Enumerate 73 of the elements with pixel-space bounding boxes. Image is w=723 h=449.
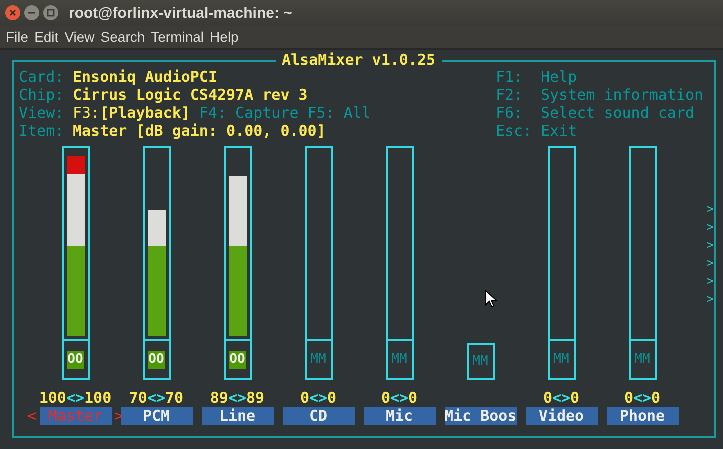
switch-state: MM bbox=[634, 350, 652, 368]
selection-mark: < bbox=[28, 407, 37, 425]
switch-state: OO bbox=[228, 350, 246, 368]
volume-slider[interactable] bbox=[548, 146, 576, 339]
switch-state: OO bbox=[66, 350, 84, 368]
volume-value: 0<>0 bbox=[543, 389, 580, 407]
switch-state: OO bbox=[148, 350, 166, 368]
mute-switch[interactable]: OO bbox=[142, 339, 170, 380]
volume-slider[interactable] bbox=[628, 146, 656, 339]
info-label: Item: bbox=[19, 122, 66, 140]
menu-item[interactable]: View bbox=[62, 29, 98, 45]
mute-switch[interactable]: MM bbox=[466, 343, 494, 380]
volume-value: 70<>70 bbox=[129, 389, 184, 407]
volume-value: 0<>0 bbox=[624, 389, 661, 407]
volume-slider[interactable] bbox=[304, 146, 332, 339]
shortcut-action: Select sound card bbox=[541, 104, 695, 122]
volume-slider[interactable] bbox=[62, 146, 90, 339]
volume-slider[interactable] bbox=[224, 146, 252, 339]
mute-switch[interactable]: MM bbox=[386, 339, 414, 380]
channel-name[interactable]: Video bbox=[526, 407, 598, 425]
info-label: Card: bbox=[19, 68, 66, 86]
volume-slider[interactable] bbox=[386, 146, 414, 339]
close-icon[interactable] bbox=[5, 5, 21, 21]
shortcut-action: System information bbox=[541, 86, 704, 104]
view-tab[interactable]: F4: Capture bbox=[199, 104, 299, 122]
volume-value: 0<>0 bbox=[300, 389, 337, 407]
channel-name[interactable]: Line bbox=[202, 407, 274, 425]
switch-state: MM bbox=[390, 350, 408, 368]
menu-item[interactable]: Terminal bbox=[148, 29, 208, 45]
mouse-pointer-icon bbox=[485, 290, 497, 308]
channel-name[interactable]: Mic bbox=[364, 407, 436, 425]
more-indicator: > bbox=[706, 201, 714, 218]
more-indicator: > bbox=[706, 291, 714, 308]
maximize-icon[interactable] bbox=[43, 5, 59, 21]
channel-name[interactable]: Phone bbox=[606, 407, 678, 425]
mute-switch[interactable]: MM bbox=[548, 339, 576, 380]
info-value: Ensoniq AudioPCI bbox=[73, 68, 218, 86]
switch-state: MM bbox=[552, 350, 570, 368]
more-indicator: > bbox=[706, 255, 714, 272]
window-title: root@forlinx-virtual-machine: ~ bbox=[69, 4, 292, 22]
shortcut-action: Help bbox=[541, 68, 578, 86]
channel-name[interactable]: PCM bbox=[120, 407, 192, 425]
info-label: View: bbox=[19, 104, 66, 122]
info-label: Chip: bbox=[19, 86, 66, 104]
channel-name[interactable]: Mic Boos bbox=[444, 407, 516, 425]
shortcut-key: F1: bbox=[496, 68, 541, 86]
more-indicator: > bbox=[706, 237, 714, 254]
menu-item[interactable]: File bbox=[3, 29, 32, 45]
menu-item[interactable]: Search bbox=[98, 29, 148, 45]
view-tab[interactable]: F5: All bbox=[308, 104, 371, 122]
volume-value: 100<>100 bbox=[39, 389, 112, 407]
volume-value: 89<>89 bbox=[210, 389, 265, 407]
info-value: Cirrus Logic CS4297A rev 3 bbox=[73, 86, 308, 104]
mute-switch[interactable]: OO bbox=[62, 339, 90, 380]
menu-item[interactable]: Edit bbox=[32, 29, 62, 45]
more-indicator: > bbox=[706, 273, 714, 290]
volume-value: 0<>0 bbox=[381, 389, 418, 407]
volume-slider[interactable] bbox=[142, 146, 170, 339]
channel-name[interactable]: CD bbox=[282, 407, 354, 425]
shortcut-action: Exit bbox=[541, 122, 578, 140]
view-tab[interactable]: F3:[Playback] bbox=[73, 104, 190, 122]
shortcut-key: F6: bbox=[496, 104, 541, 122]
minimize-icon[interactable] bbox=[24, 5, 40, 21]
shortcut-key: Esc: bbox=[496, 122, 541, 140]
menu-item[interactable]: Help bbox=[207, 29, 242, 45]
more-indicator: > bbox=[706, 219, 714, 236]
mute-switch[interactable]: MM bbox=[628, 339, 656, 380]
switch-state: MM bbox=[472, 352, 490, 370]
mute-switch[interactable]: MM bbox=[304, 339, 332, 380]
info-value: Master [dB gain: 0.00, 0.00] bbox=[73, 122, 326, 140]
shortcut-key: F2: bbox=[496, 86, 541, 104]
switch-state: MM bbox=[310, 350, 328, 368]
mute-switch[interactable]: OO bbox=[224, 339, 252, 380]
